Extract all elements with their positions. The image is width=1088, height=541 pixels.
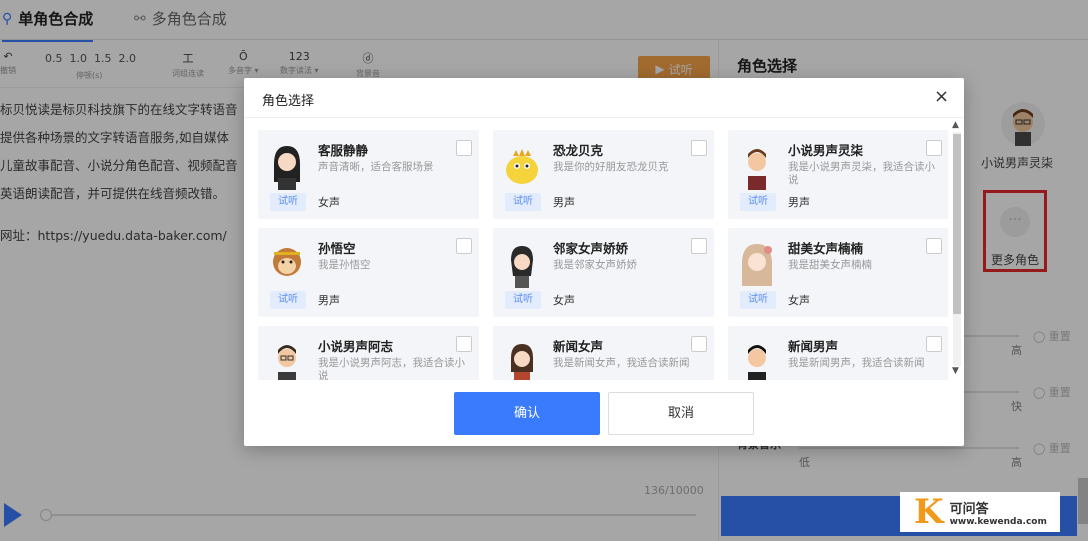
female-avatar-icon [274, 146, 300, 190]
role-gender: 男声 [788, 196, 810, 209]
role-desc: 我是新闻男声，我适合读新闻 [788, 357, 925, 369]
role-desc: 我是小说男声阿志，我适合读小说 [318, 357, 465, 380]
watermark-title: 可问答 [949, 501, 989, 517]
female-avatar-icon [511, 344, 533, 380]
role-card[interactable]: 小说男声阿志 我是小说男声阿志，我适合读小说 试听 男声 [258, 326, 479, 380]
role-card[interactable]: 孙悟空 我是孙悟空 试听 男声 [258, 228, 479, 317]
role-desc: 声音清晰，适合客服场景 [318, 161, 434, 173]
role-name: 小说男声阿志 [318, 339, 394, 354]
role-gender: 女声 [553, 294, 575, 307]
man-avatar-icon [278, 345, 296, 380]
role-card[interactable]: 新闻女声 我是新闻女声，我适合读新闻 试听 女声 [493, 326, 714, 380]
role-name: 孙悟空 [318, 241, 356, 256]
role-checkbox[interactable] [926, 238, 942, 254]
role-try-button[interactable]: 试听 [270, 193, 306, 211]
role-gender: 女声 [788, 294, 810, 307]
watermark-k: K [914, 492, 944, 532]
role-card[interactable]: 邻家女声娇娇 我是邻家女声娇娇 试听 女声 [493, 228, 714, 317]
scroll-thumb[interactable] [953, 134, 961, 314]
role-checkbox[interactable] [926, 140, 942, 156]
role-checkbox[interactable] [691, 140, 707, 156]
role-desc: 我是孙悟空 [318, 259, 371, 271]
dinosaur-avatar-icon [506, 149, 538, 184]
role-checkbox[interactable] [691, 336, 707, 352]
role-gender: 女声 [318, 196, 340, 209]
female-avatar-icon [511, 246, 533, 288]
role-desc: 我是小说男声灵柒，我适合读小说 [788, 161, 935, 186]
role-try-button[interactable]: 试听 [505, 193, 541, 211]
role-try-button[interactable]: 试听 [740, 291, 776, 309]
role-grid: 客服静静 声音清晰，适合客服场景 试听 女声 恐龙贝克 我是你的好朋友恐龙贝克 … [258, 118, 948, 380]
scroll-up-icon[interactable]: ▲ [952, 120, 959, 130]
role-desc: 我是邻家女声娇娇 [553, 259, 637, 271]
role-name: 新闻男声 [788, 339, 839, 354]
role-desc: 我是你的好朋友恐龙贝克 [553, 161, 669, 173]
role-checkbox[interactable] [456, 336, 472, 352]
monkey-avatar-icon [273, 248, 301, 276]
role-card[interactable]: 恐龙贝克 我是你的好朋友恐龙贝克 试听 男声 [493, 130, 714, 219]
role-card[interactable]: 甜美女声楠楠 我是甜美女声楠楠 试听 女声 [728, 228, 948, 317]
cancel-button[interactable]: 取消 [608, 392, 754, 435]
role-try-button[interactable]: 试听 [505, 291, 541, 309]
role-name: 客服静静 [318, 143, 369, 158]
role-desc: 我是甜美女声楠楠 [788, 259, 872, 271]
role-checkbox[interactable] [926, 336, 942, 352]
man-avatar-icon [748, 149, 766, 190]
role-name: 恐龙贝克 [553, 143, 604, 158]
confirm-button[interactable]: 确认 [454, 392, 600, 435]
modal-title: 角色选择 [262, 94, 315, 109]
role-try-button[interactable]: 试听 [740, 193, 776, 211]
role-checkbox[interactable] [691, 238, 707, 254]
role-name: 甜美女声楠楠 [788, 241, 864, 256]
role-grid-scrollbar[interactable]: ▲ ▼ [950, 118, 964, 380]
role-name: 邻家女声娇娇 [553, 241, 629, 256]
watermark-logo: K 可问答 www.kewenda.com [900, 492, 1060, 532]
role-card[interactable]: 客服静静 声音清晰，适合客服场景 试听 女声 [258, 130, 479, 219]
role-card[interactable]: 新闻男声 我是新闻男声，我适合读新闻 试听 男声 [728, 326, 948, 380]
role-name: 小说男声灵柒 [788, 143, 864, 158]
close-icon[interactable]: × [934, 86, 949, 107]
watermark-text: 可问答 www.kewenda.com [950, 498, 1047, 527]
role-checkbox[interactable] [456, 238, 472, 254]
role-select-modal: 角色选择 × 客服静静 声音清晰，适合客服场景 试听 女声 恐龙贝克 我是你的好… [244, 78, 964, 446]
watermark-url: www.kewenda.com [949, 516, 1047, 527]
man-avatar-icon [748, 345, 766, 380]
role-card[interactable]: 小说男声灵柒 我是小说男声灵柒，我适合读小说 试听 男声 [728, 130, 948, 219]
role-name: 新闻女声 [553, 339, 604, 354]
female-avatar-icon [742, 244, 772, 286]
role-gender: 男声 [553, 196, 575, 209]
role-desc: 我是新闻女声，我适合读新闻 [553, 357, 690, 369]
scroll-down-icon[interactable]: ▼ [952, 366, 959, 376]
role-gender: 男声 [318, 294, 340, 307]
role-try-button[interactable]: 试听 [270, 291, 306, 309]
role-checkbox[interactable] [456, 140, 472, 156]
